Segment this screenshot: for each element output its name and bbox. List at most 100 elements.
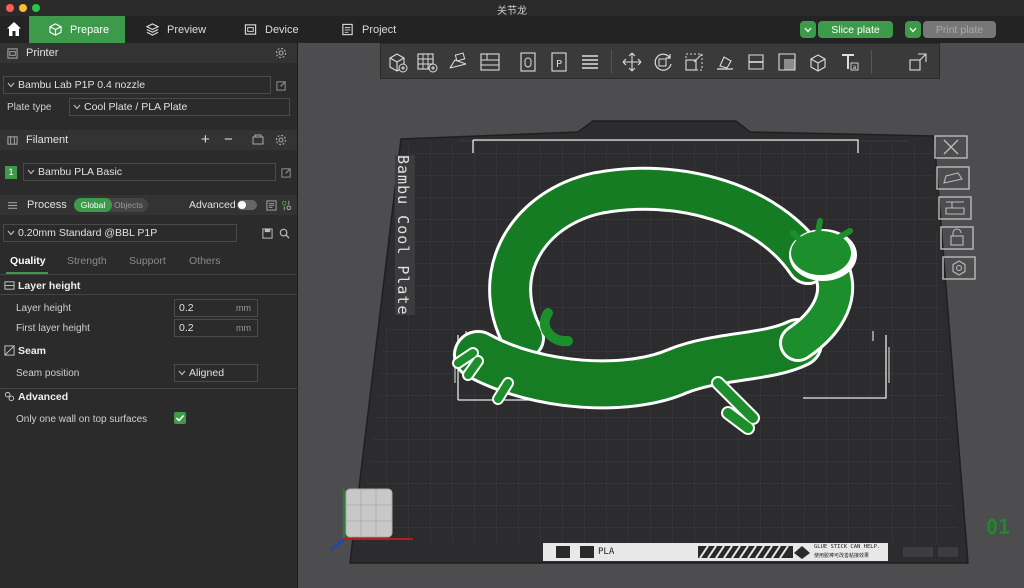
slice-plate-button[interactable]: Slice plate — [818, 21, 893, 38]
layer-height-icon — [4, 281, 15, 290]
seam-position-select[interactable]: Aligned — [174, 364, 258, 382]
filament-name: Bambu PLA Basic — [38, 166, 123, 178]
plate-type-label: Plate type — [7, 102, 52, 113]
plate-settings-icon[interactable] — [942, 256, 976, 280]
seam-position-label: Seam position — [16, 368, 80, 379]
chevron-down-icon — [178, 370, 186, 376]
objects-toggle-option[interactable]: Objects — [114, 198, 143, 212]
subtab-others[interactable]: Others — [189, 255, 221, 267]
3d-viewport[interactable]: P a Bambu Cool Plate PLA GLUE STICK CAN … — [298, 43, 1024, 588]
process-layers-icon — [7, 201, 18, 209]
advanced-switch-knob — [238, 201, 246, 209]
arrange-plate-icon[interactable] — [938, 196, 972, 220]
plate-notice-line1: GLUE STICK CAN HELP. — [814, 544, 881, 550]
first-layer-height-input[interactable]: 0.2 mm — [174, 319, 258, 337]
chevron-down-icon — [73, 104, 81, 110]
first-layer-height-value: 0.2 — [179, 322, 194, 334]
filament-select[interactable]: Bambu PLA Basic — [23, 163, 276, 181]
subtab-strength[interactable]: Strength — [67, 255, 107, 267]
unit-label: mm — [236, 323, 251, 333]
tab-project[interactable]: Project — [341, 16, 396, 43]
filament-sync-icon[interactable] — [252, 134, 264, 146]
title-bar: 关节龙 — [0, 0, 1024, 17]
printer-section-header: Printer — [0, 43, 297, 63]
advanced-switch[interactable] — [237, 200, 257, 210]
seam-icon — [4, 345, 15, 356]
plate-name-label: Bambu Cool Plate — [394, 155, 412, 316]
advanced-group-title: Advanced — [18, 391, 69, 403]
checkmark-icon — [175, 414, 185, 422]
filament-section-label: Filament — [26, 134, 69, 146]
one-wall-top-checkbox[interactable] — [174, 412, 186, 424]
tune-icon[interactable] — [281, 200, 292, 211]
group-divider — [0, 388, 297, 389]
process-section-header: Process Global Objects Advanced — [0, 195, 297, 215]
add-filament-button[interactable]: + — [201, 130, 210, 150]
layer-height-label: Layer height — [16, 303, 72, 314]
settings-sidebar: Printer Bambu Lab P1P 0.4 nozzle Plate t… — [0, 43, 298, 588]
edit-icon[interactable] — [276, 80, 287, 91]
printer-name: Bambu Lab P1P 0.4 nozzle — [18, 79, 146, 91]
layer-height-group-title: Layer height — [18, 280, 81, 292]
global-toggle-option[interactable]: Global — [74, 198, 112, 212]
process-subtabs: Quality Strength Support Others — [0, 251, 297, 274]
layer-height-value: 0.2 — [179, 302, 194, 314]
delete-plate-icon[interactable] — [934, 135, 968, 159]
subtab-quality[interactable]: Quality — [10, 255, 46, 267]
tab-device[interactable]: Device — [244, 16, 299, 43]
chevron-down-icon — [804, 27, 812, 32]
group-divider — [0, 294, 297, 295]
filament-section-header: Filament + − — [0, 130, 297, 150]
search-icon[interactable] — [279, 228, 290, 239]
document-icon — [342, 23, 353, 36]
remove-filament-button[interactable]: − — [224, 130, 233, 150]
printer-select[interactable]: Bambu Lab P1P 0.4 nozzle — [3, 76, 271, 94]
filament-slot-badge[interactable]: 1 — [5, 166, 17, 179]
one-wall-top-label: Only one wall on top surfaces — [16, 414, 148, 425]
filament-spool-icon — [7, 135, 18, 145]
subtab-divider — [0, 274, 297, 275]
advanced-label: Advanced — [189, 199, 236, 211]
process-preset-name: 0.20mm Standard @BBL P1P — [18, 227, 158, 239]
print-dropdown-button[interactable] — [905, 21, 921, 38]
tab-label: Prepare — [70, 23, 110, 36]
home-icon[interactable] — [6, 21, 22, 37]
seam-position-value: Aligned — [189, 367, 225, 379]
tab-preview[interactable]: Preview — [146, 16, 206, 43]
save-icon[interactable] — [262, 228, 273, 239]
advanced-gears-icon — [4, 391, 15, 402]
edit-icon[interactable] — [281, 167, 292, 178]
slice-dropdown-button[interactable] — [800, 21, 816, 38]
build-plate-scene — [330, 120, 969, 564]
gear-icon[interactable] — [275, 134, 287, 146]
compare-icon[interactable] — [266, 199, 277, 211]
chevron-down-icon — [7, 230, 15, 236]
tab-label: Preview — [167, 23, 207, 36]
lock-plate-icon[interactable] — [940, 226, 974, 250]
layers-icon — [146, 23, 159, 36]
subtab-support[interactable]: Support — [129, 255, 166, 267]
process-preset-select[interactable]: 0.20mm Standard @BBL P1P — [3, 224, 237, 242]
process-section-label: Process — [27, 199, 67, 211]
plate-filament-type: PLA — [598, 547, 615, 557]
plate-type-select[interactable]: Cool Plate / PLA Plate — [69, 98, 290, 116]
printer-device-icon — [244, 24, 257, 35]
tab-label: Project — [362, 23, 397, 36]
chevron-down-icon — [27, 169, 35, 175]
first-layer-height-label: First layer height — [16, 323, 90, 334]
unit-label: mm — [236, 303, 251, 313]
layer-height-input[interactable]: 0.2 mm — [174, 299, 258, 317]
tab-prepare[interactable]: Prepare — [29, 16, 125, 43]
printer-section-label: Printer — [26, 47, 59, 59]
chevron-down-icon — [909, 27, 917, 32]
plate-number: 01 — [986, 515, 1011, 539]
tab-label: Device — [265, 23, 299, 36]
orient-plate-icon[interactable] — [936, 166, 970, 190]
plate-notice-line2: 使用胶棒可改善粘接效果 — [814, 553, 870, 559]
printer-icon — [7, 47, 18, 59]
plate-type-value: Cool Plate / PLA Plate — [84, 101, 188, 113]
window-title: 关节龙 — [497, 6, 527, 17]
gear-icon[interactable] — [275, 47, 287, 59]
print-plate-button[interactable]: Print plate — [923, 21, 996, 38]
global-objects-toggle[interactable]: Global Objects — [74, 198, 148, 212]
